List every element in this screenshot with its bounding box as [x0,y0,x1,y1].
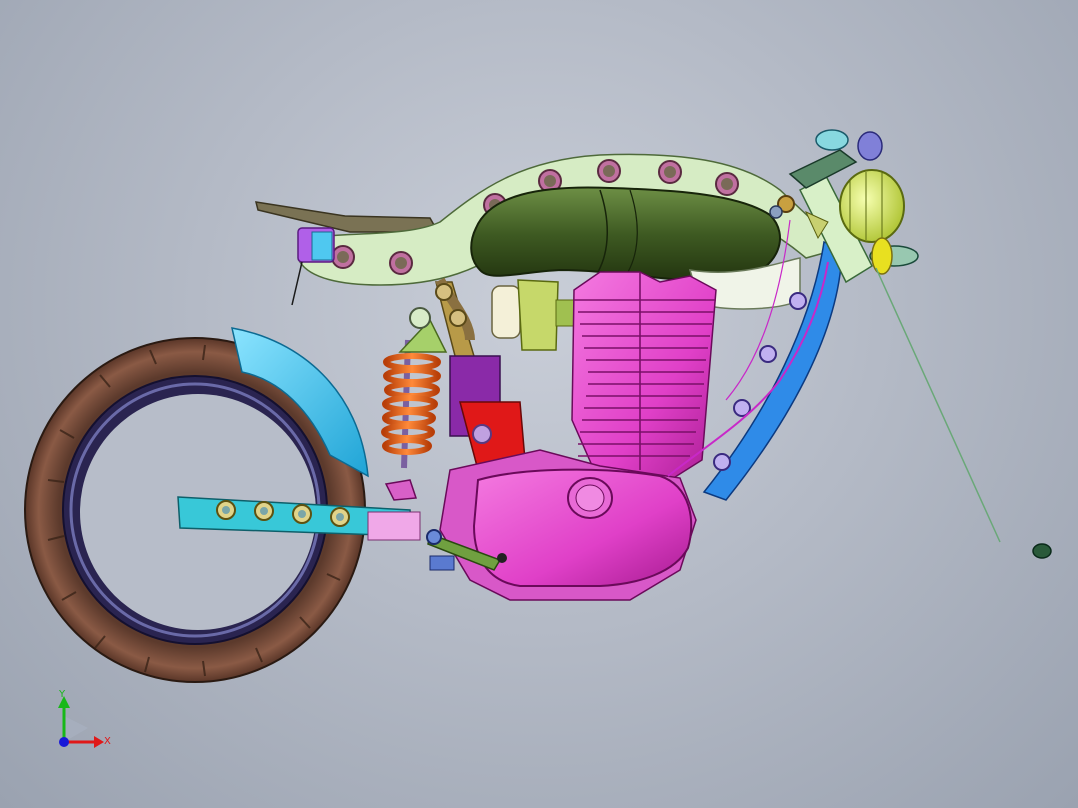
kickstand-bracket[interactable] [384,479,418,501]
shock-spring[interactable] [381,353,441,455]
triad-y-label: Y [58,689,66,700]
triad-x-label: X [104,736,111,747]
graphics-viewport[interactable]: Y X [0,0,1078,808]
primary-cover[interactable] [472,468,693,587]
engine-cylinders[interactable] [571,271,717,485]
cad-model-view[interactable]: Y X [0,0,1078,808]
air-cleaner[interactable] [491,285,521,339]
carburetor[interactable] [517,279,579,351]
orientation-triad [58,696,104,748]
triad-z-axis [59,737,69,747]
fork-lower[interactable] [875,267,1001,543]
fuel-tank[interactable] [470,186,781,283]
front-axle-cap[interactable] [1032,543,1052,559]
seat-pan[interactable] [254,201,440,233]
